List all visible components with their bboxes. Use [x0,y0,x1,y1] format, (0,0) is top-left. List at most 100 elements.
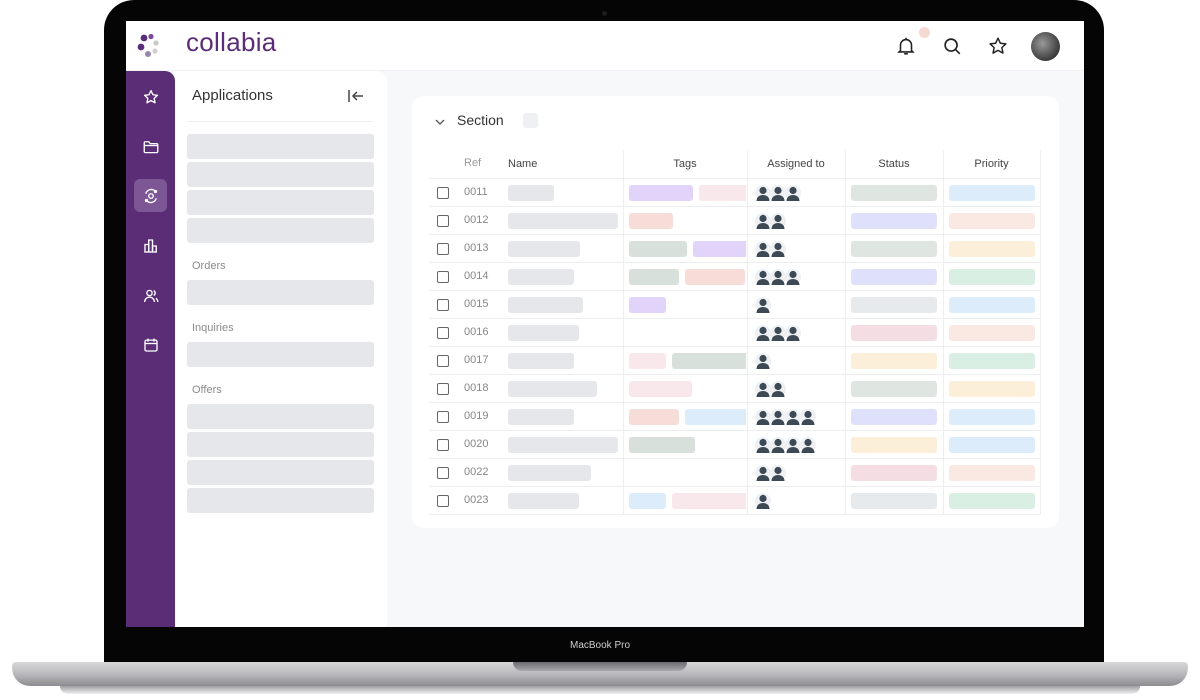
priority-pill[interactable] [949,437,1035,453]
panel-item[interactable] [187,342,374,367]
table-row[interactable]: 0016 [429,319,1041,347]
status-pill[interactable] [851,381,937,397]
row-checkbox[interactable] [437,187,449,199]
tag-chip[interactable] [629,493,666,509]
row-checkbox[interactable] [437,215,449,227]
table-row[interactable]: 0022 [429,459,1041,487]
column-header-priority[interactable]: Priority [943,158,1040,170]
priority-pill[interactable] [949,185,1035,201]
status-pill[interactable] [851,493,937,509]
row-checkbox[interactable] [437,467,449,479]
chevron-down-icon[interactable] [434,117,446,127]
row-name-placeholder[interactable] [508,437,618,453]
row-assignees[interactable] [755,491,771,511]
table-row[interactable]: 0015 [429,291,1041,319]
collapse-left-icon[interactable] [347,88,365,104]
table-row[interactable]: 0020 [429,431,1041,459]
row-name-placeholder[interactable] [508,241,580,257]
table-row[interactable]: 0023 [429,487,1041,515]
panel-item[interactable] [187,190,374,215]
status-pill[interactable] [851,465,937,481]
panel-item[interactable] [187,162,374,187]
tag-chip[interactable] [685,409,746,425]
priority-pill[interactable] [949,465,1035,481]
rail-item-contacts[interactable] [134,279,167,312]
star-icon[interactable] [987,35,1009,57]
panel-item[interactable] [187,280,374,305]
tag-chip[interactable] [693,241,746,257]
status-pill[interactable] [851,353,937,369]
row-assignees[interactable] [755,463,786,483]
table-row[interactable]: 0019 [429,403,1041,431]
rail-item-favorites[interactable] [134,80,167,113]
row-checkbox[interactable] [437,243,449,255]
row-name-placeholder[interactable] [508,409,574,425]
column-header-tags[interactable]: Tags [623,158,747,170]
row-checkbox[interactable] [437,383,449,395]
table-row[interactable]: 0012 [429,207,1041,235]
row-checkbox[interactable] [437,299,449,311]
tag-chip[interactable] [629,269,679,285]
user-avatar[interactable] [1031,32,1060,61]
panel-item[interactable] [187,134,374,159]
status-pill[interactable] [851,409,937,425]
bell-icon[interactable] [895,35,917,57]
rail-item-applications[interactable] [134,179,167,212]
row-assignees[interactable] [755,211,786,231]
tag-chip[interactable] [672,493,746,509]
table-row[interactable]: 0017 [429,347,1041,375]
tag-chip[interactable] [672,353,746,369]
rail-item-files[interactable] [134,130,167,163]
row-assignees[interactable] [755,295,771,315]
column-header-assigned[interactable]: Assigned to [747,158,845,170]
row-name-placeholder[interactable] [508,297,583,313]
priority-pill[interactable] [949,381,1035,397]
row-name-placeholder[interactable] [508,381,597,397]
row-name-placeholder[interactable] [508,353,574,369]
row-checkbox[interactable] [437,327,449,339]
row-checkbox[interactable] [437,495,449,507]
row-assignees[interactable] [755,267,801,287]
panel-item[interactable] [187,432,374,457]
tag-chip[interactable] [629,213,673,229]
panel-item[interactable] [187,488,374,513]
priority-pill[interactable] [949,493,1035,509]
column-header-ref[interactable]: Ref [464,157,481,169]
table-row[interactable]: 0013 [429,235,1041,263]
row-checkbox[interactable] [437,411,449,423]
row-assignees[interactable] [755,379,786,399]
row-assignees[interactable] [755,351,771,371]
priority-pill[interactable] [949,241,1035,257]
table-row[interactable]: 0011 [429,179,1041,207]
status-pill[interactable] [851,437,937,453]
status-pill[interactable] [851,325,937,341]
tag-chip[interactable] [685,269,745,285]
table-row[interactable]: 0014 [429,263,1041,291]
row-name-placeholder[interactable] [508,269,574,285]
status-pill[interactable] [851,185,937,201]
tag-chip[interactable] [629,409,679,425]
row-name-placeholder[interactable] [508,185,554,201]
row-assignees[interactable] [755,435,816,455]
row-name-placeholder[interactable] [508,213,618,229]
priority-pill[interactable] [949,353,1035,369]
tag-chip[interactable] [629,241,687,257]
rail-item-reports[interactable] [134,229,167,262]
panel-item[interactable] [187,404,374,429]
priority-pill[interactable] [949,297,1035,313]
tag-chip[interactable] [629,437,695,453]
tag-chip[interactable] [629,297,666,313]
row-name-placeholder[interactable] [508,465,591,481]
row-checkbox[interactable] [437,355,449,367]
row-assignees[interactable] [755,183,801,203]
row-assignees[interactable] [755,407,816,427]
column-header-status[interactable]: Status [845,158,943,170]
status-pill[interactable] [851,213,937,229]
tag-chip[interactable] [699,185,746,201]
priority-pill[interactable] [949,213,1035,229]
row-name-placeholder[interactable] [508,325,579,341]
status-pill[interactable] [851,297,937,313]
status-pill[interactable] [851,269,937,285]
status-pill[interactable] [851,241,937,257]
tag-chip[interactable] [629,353,666,369]
